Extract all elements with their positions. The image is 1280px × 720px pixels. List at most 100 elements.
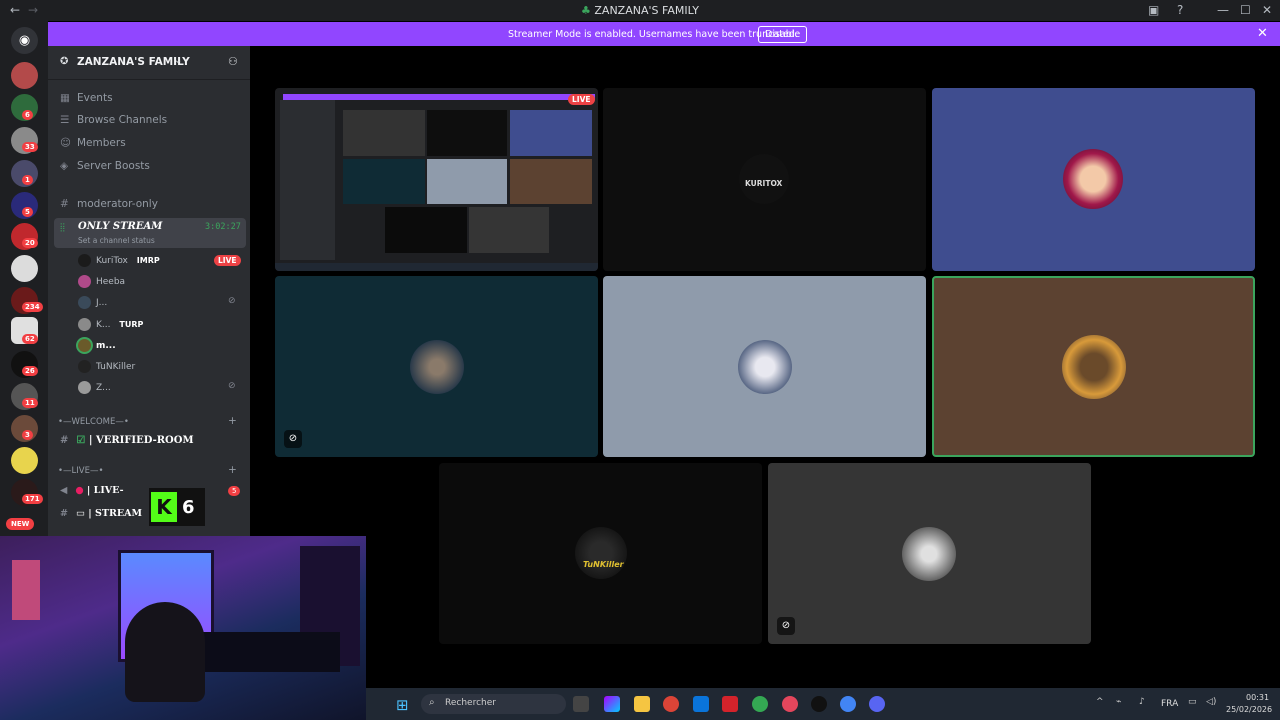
mention-badge: 3 bbox=[22, 430, 33, 440]
app-icon[interactable] bbox=[782, 696, 798, 712]
server-header[interactable]: ✪ ZANZANA'S FAMILY ⌄ ⚇ bbox=[48, 46, 250, 80]
category-welcome[interactable]: •—WELCOME—• bbox=[58, 417, 129, 427]
search-placeholder: Rechercher bbox=[445, 698, 496, 708]
avatar bbox=[78, 296, 91, 309]
chrome-icon[interactable] bbox=[663, 696, 679, 712]
participant-tile[interactable] bbox=[932, 88, 1255, 271]
voice-channel-only-stream[interactable]: ⦙⦙ ONLY STREAM 3:02:27 Set a channel sta… bbox=[54, 218, 246, 248]
avatar bbox=[1063, 149, 1123, 209]
server-icon[interactable] bbox=[11, 62, 38, 89]
channel-verified-room[interactable]: # ☑ | VERIFIED-ROOM bbox=[60, 435, 194, 446]
channel-stream[interactable]: # ▭ | STREAM bbox=[60, 508, 142, 519]
voice-user[interactable]: Heeba bbox=[78, 275, 125, 291]
nav-browse-channels[interactable]: ☰ Browse Channels bbox=[60, 114, 167, 126]
windows-taskbar: ⊞ ⌕ Rechercher ^ ⌁ ♪ FRA ▭ ◁) 00:31 25/0… bbox=[366, 688, 1280, 720]
language-indicator[interactable]: FRA bbox=[1161, 699, 1178, 709]
server-icon[interactable] bbox=[11, 255, 38, 282]
file-explorer-icon[interactable] bbox=[634, 696, 650, 712]
inbox-icon[interactable]: ▣ bbox=[1148, 3, 1159, 17]
mention-badge: 171 bbox=[22, 494, 43, 504]
window-title: ♣ ZANZANA'S FAMILY bbox=[581, 4, 699, 17]
disable-button[interactable]: Disable bbox=[758, 26, 808, 43]
store-icon[interactable] bbox=[693, 696, 709, 712]
screen-share-tile[interactable]: LIVE bbox=[275, 88, 598, 271]
discord-icon[interactable] bbox=[869, 696, 885, 712]
maximize-icon[interactable]: ☐ bbox=[1240, 3, 1251, 17]
windows-start-icon[interactable]: ⊞ bbox=[396, 696, 409, 714]
participant-tile[interactable]: ⊘ bbox=[275, 276, 598, 457]
chevron-up-icon[interactable]: ^ bbox=[1096, 697, 1104, 707]
clock-date[interactable]: 25/02/2026 bbox=[1226, 705, 1272, 714]
participant-tile[interactable] bbox=[603, 276, 926, 457]
participant-tile[interactable]: ⊘ bbox=[768, 463, 1091, 644]
mention-badge: 1 bbox=[22, 175, 33, 185]
mention-badge: 20 bbox=[22, 238, 38, 248]
overlay-counter: K 6 bbox=[149, 488, 205, 526]
help-icon[interactable]: ? bbox=[1177, 3, 1183, 17]
avatar bbox=[738, 340, 792, 394]
title-bar: ← → ♣ ZANZANA'S FAMILY ▣ ? — ☐ ✕ bbox=[0, 0, 1280, 21]
category-live[interactable]: •—LIVE—• bbox=[58, 466, 103, 476]
mic-muted-icon: ⊘ bbox=[228, 381, 236, 391]
add-channel-icon[interactable]: + bbox=[228, 415, 237, 427]
kick-logo: K bbox=[151, 492, 177, 522]
boost-icon: ◈ bbox=[60, 160, 69, 172]
shared-tile bbox=[469, 207, 549, 253]
voice-user[interactable]: J... bbox=[78, 296, 107, 312]
voice-user[interactable]: K... TURP bbox=[78, 318, 143, 334]
taskbar-search[interactable]: ⌕ Rechercher bbox=[421, 694, 566, 714]
minimize-icon[interactable]: — bbox=[1217, 3, 1229, 17]
server-icon[interactable] bbox=[11, 447, 38, 474]
shared-taskbar bbox=[275, 263, 598, 271]
shared-sidebar bbox=[280, 100, 335, 260]
tunkiller-logo: TuNKiller bbox=[583, 560, 624, 569]
add-channel-icon[interactable]: + bbox=[228, 464, 237, 476]
banner-close-icon[interactable]: ✕ bbox=[1257, 26, 1268, 41]
task-view-icon[interactable] bbox=[573, 696, 589, 712]
participant-tile[interactable]: KURITOX bbox=[603, 88, 926, 271]
app-icon[interactable] bbox=[722, 696, 738, 712]
speaker-icon: ◀ bbox=[60, 485, 68, 496]
voice-user[interactable]: m... bbox=[78, 339, 116, 355]
new-badge[interactable]: NEW bbox=[6, 518, 35, 530]
avatar bbox=[1062, 335, 1126, 399]
avatar bbox=[902, 527, 956, 581]
voice-user[interactable]: Z... bbox=[78, 381, 111, 397]
voice-stage: LIVE KURITOX ⊘ TuNKiller ⊘ bbox=[250, 46, 1280, 688]
discord-home-icon[interactable]: ◉ bbox=[11, 27, 38, 54]
nav-server-boosts[interactable]: ◈ Server Boosts bbox=[60, 160, 150, 172]
copilot-icon[interactable] bbox=[604, 696, 620, 712]
participant-tile[interactable]: TuNKiller bbox=[439, 463, 762, 644]
network-icon[interactable]: ⌁ bbox=[1116, 697, 1121, 707]
display-icon[interactable]: ▭ bbox=[1188, 697, 1197, 707]
channel-live[interactable]: ◀ ● | LIVE- bbox=[60, 485, 124, 496]
chrome-icon[interactable] bbox=[840, 696, 856, 712]
streamer-mode-banner: Streamer Mode is enabled. Usernames have… bbox=[48, 22, 1280, 46]
avatar bbox=[78, 360, 91, 373]
nav-members[interactable]: ☺ Members bbox=[60, 137, 126, 149]
channel-status[interactable]: Set a channel status bbox=[78, 236, 155, 245]
participant-tile-speaking[interactable] bbox=[932, 276, 1255, 457]
voice-user[interactable]: KuriTox IMRP bbox=[78, 254, 160, 270]
microphone-icon[interactable]: ♪ bbox=[1139, 697, 1145, 707]
invite-icon[interactable]: ⚇ bbox=[228, 55, 238, 68]
chevron-down-icon: ⌄ bbox=[174, 55, 183, 66]
volume-icon[interactable]: ◁) bbox=[1206, 697, 1216, 707]
mic-muted-icon: ⊘ bbox=[284, 430, 302, 448]
voice-user[interactable]: TuNKiller bbox=[78, 360, 135, 376]
app-icon[interactable] bbox=[811, 696, 827, 712]
nav-events[interactable]: ▦ Events bbox=[60, 92, 113, 104]
channel-moderator-only[interactable]: # moderator-only bbox=[60, 198, 158, 210]
close-icon[interactable]: ✕ bbox=[1262, 3, 1272, 17]
channel-sidebar: ✪ ZANZANA'S FAMILY ⌄ ⚇ ▦ Events ☰ Browse C… bbox=[48, 46, 250, 536]
voice-speaker-icon: ⦙⦙ bbox=[60, 221, 65, 234]
server-badge-icon: ✪ bbox=[60, 56, 69, 67]
mention-badge: 62 bbox=[22, 334, 38, 344]
mention-badge: 11 bbox=[22, 398, 38, 408]
voice-channel-name: ONLY STREAM bbox=[78, 221, 163, 232]
shared-tile bbox=[343, 110, 425, 156]
chrome-icon[interactable] bbox=[752, 696, 768, 712]
avatar bbox=[78, 254, 91, 267]
avatar bbox=[78, 318, 91, 331]
clock-time[interactable]: 00:31 bbox=[1246, 693, 1269, 702]
